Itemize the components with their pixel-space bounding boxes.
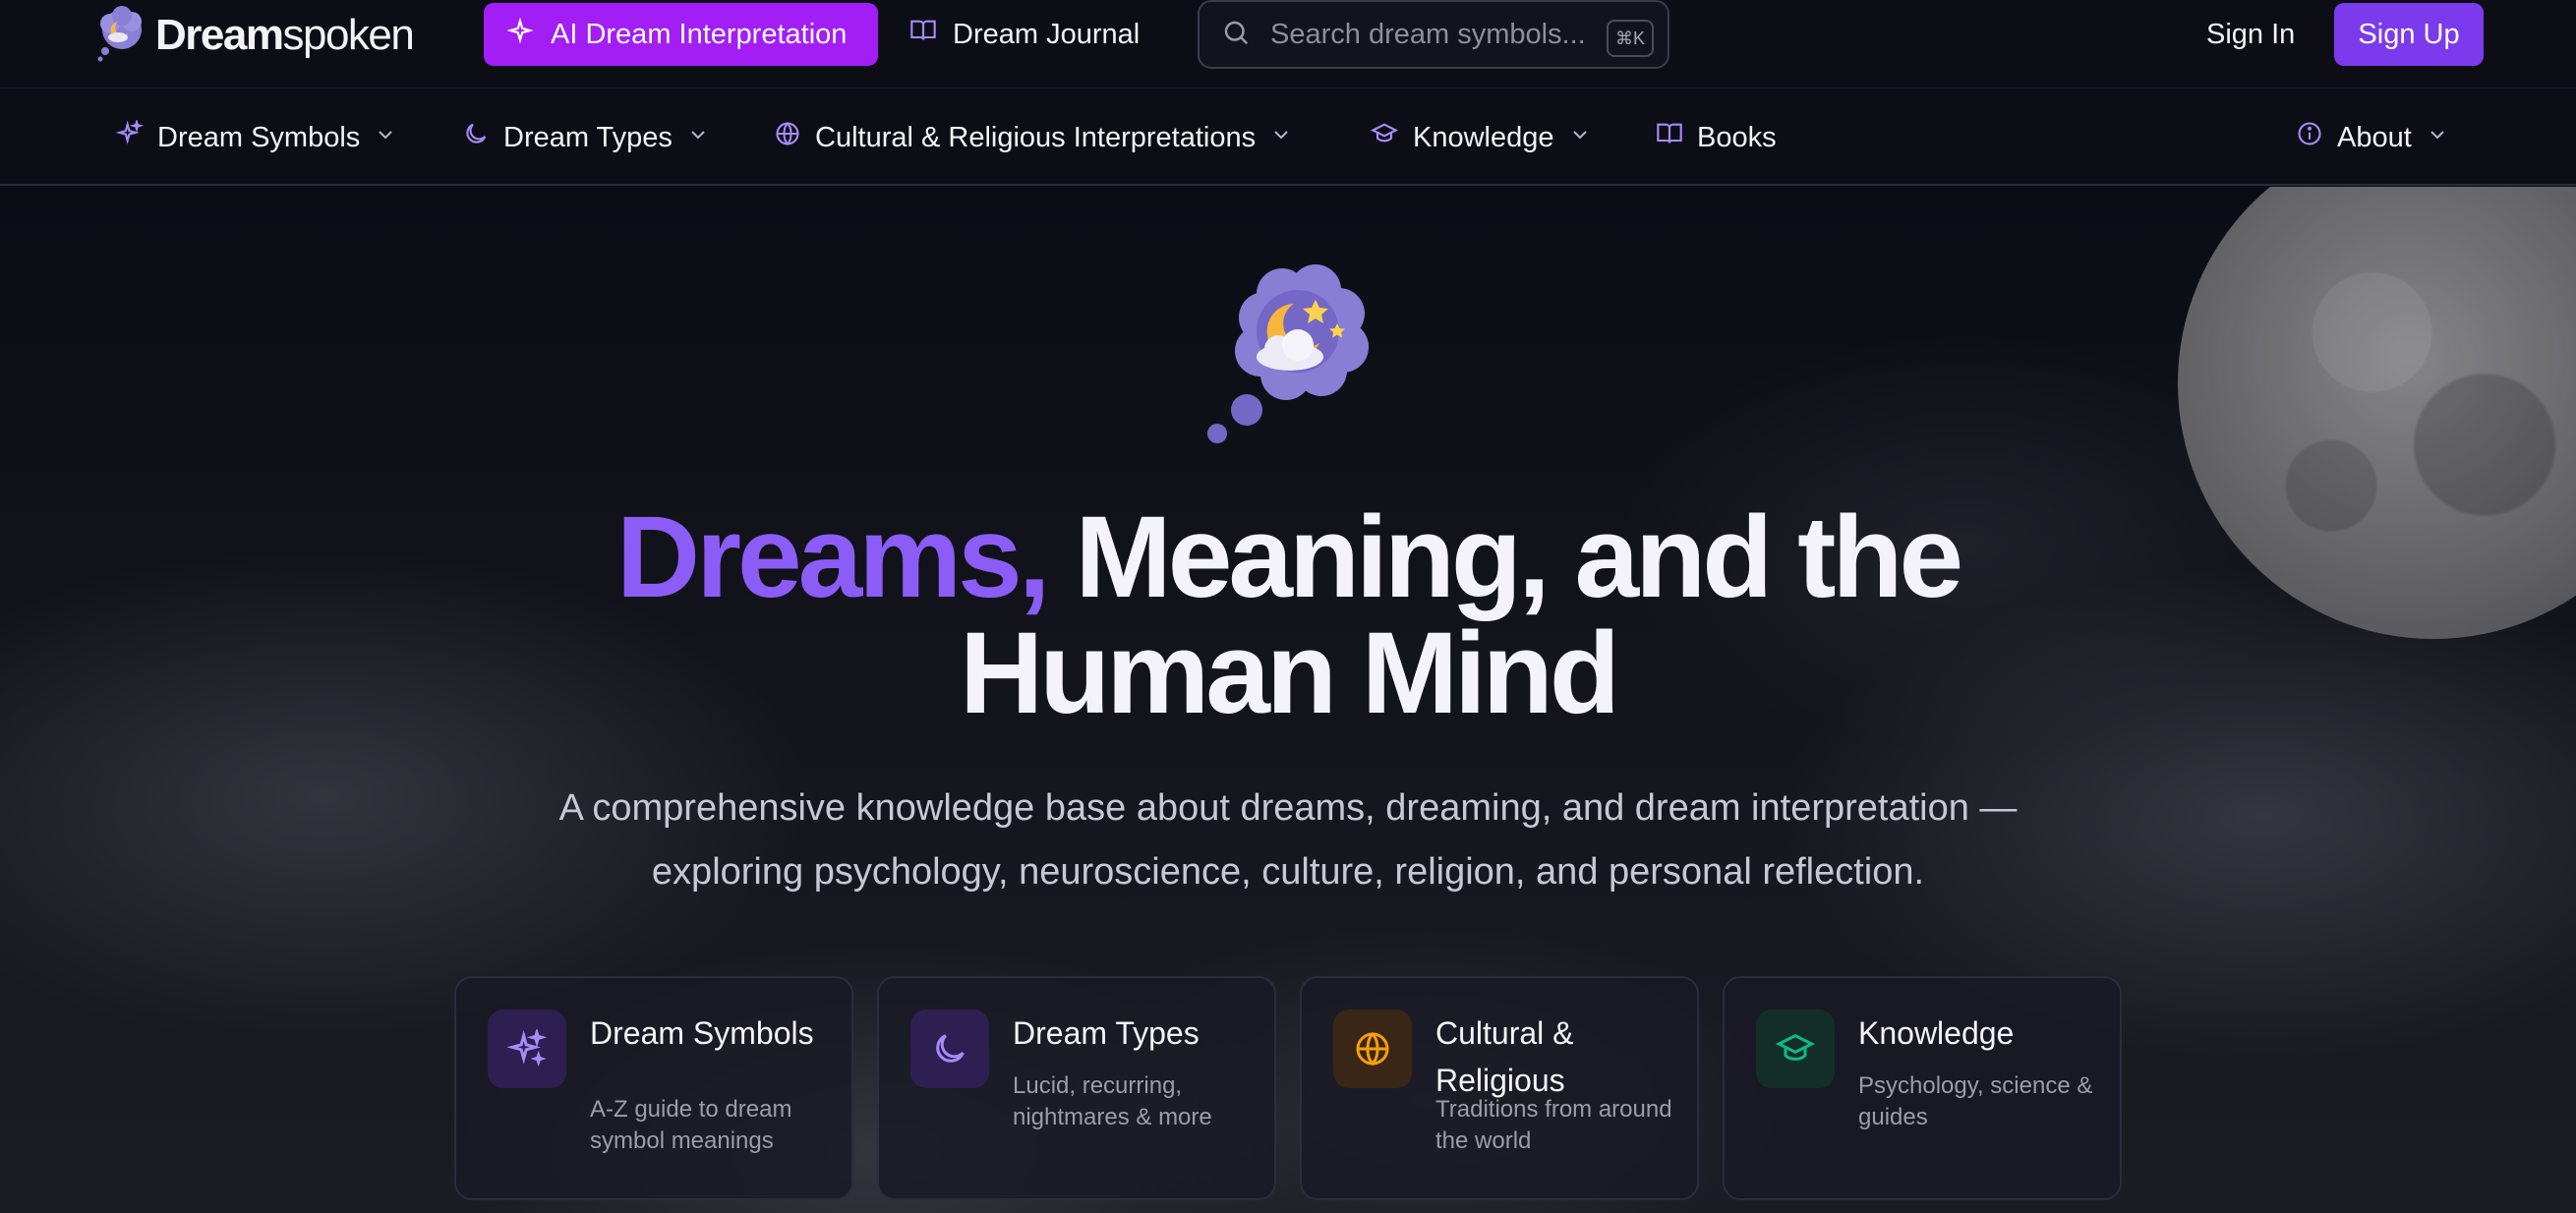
chevron-down-icon [686,122,710,154]
card-dream-symbols[interactable]: Dream Symbols A-Z guide to dream symbol … [454,976,853,1200]
journal-label: Dream Journal [953,18,1141,50]
top-bar: Dreamspoken AI Dream Interpretation Drea… [0,0,2576,88]
card-description: Lucid, recurring, nightmares & more [1013,1072,1212,1130]
card-cultural-religious[interactable]: Cultural & Religious Traditions from aro… [1300,976,1699,1200]
brand-name-bold: Dream [155,11,284,59]
search-placeholder: Search dream symbols... [1270,18,1586,50]
dream-bubble-icon [1200,260,1376,457]
moon-icon [462,120,490,155]
nav-books[interactable]: Books [1656,89,1777,186]
search-input[interactable]: Search dream symbols... ⌘K [1198,0,1669,69]
keyboard-shortcut-badge: ⌘K [1607,20,1654,57]
card-dream-types[interactable]: Dream Types Lucid, recurring, nightmares… [877,976,1276,1200]
hero-subtitle-line2: exploring psychology, neuroscience, cult… [651,851,1925,893]
nav-label: Books [1697,121,1777,153]
brand-name-light: spoken [282,11,414,59]
graduation-cap-icon [1370,120,1399,155]
sign-in-link[interactable]: Sign In [2206,3,2295,66]
nav-about[interactable]: About [2296,89,2449,186]
sparkles-icon [115,118,145,155]
book-icon [1656,120,1683,155]
hero-title-line1: Meaning, and the [1075,492,1963,622]
nav-label: Dream Symbols [157,121,361,153]
ai-button-label: AI Dream Interpretation [551,18,848,50]
card-title: Dream Types [1013,1015,1200,1051]
sparkle-icon [506,17,534,51]
hero-subtitle: A comprehensive knowledge base about dre… [452,777,2124,904]
card-description: Psychology, science & guides [1858,1072,2093,1130]
sparkles-icon [488,1010,566,1088]
hero-section: Dreams, Meaning, and the Human Mind A co… [0,187,2576,1213]
card-description: A-Z guide to dream symbol meanings [590,1096,792,1154]
chevron-down-icon [374,122,397,154]
brand-logo[interactable]: Dreamspoken [96,6,415,65]
main-nav: Dream Symbols Dream Types Cultural & Rel… [0,89,2576,186]
chevron-down-icon [2426,122,2449,154]
card-title: Cultural & Religious [1435,1015,1574,1098]
card-title: Dream Symbols [590,1015,814,1051]
nav-cultural-religious[interactable]: Cultural & Religious Interpretations [774,89,1293,186]
book-open-icon [909,17,937,52]
hero-title-line2: Human Mind [960,608,1620,738]
nav-label: Knowledge [1413,121,1554,153]
nav-knowledge[interactable]: Knowledge [1370,89,1592,186]
nav-dream-symbols[interactable]: Dream Symbols [115,89,397,186]
nav-label: Dream Types [503,121,673,153]
moon-icon [910,1010,989,1088]
globe-icon [774,120,801,155]
card-knowledge[interactable]: Knowledge Psychology, science & guides [1723,976,2122,1200]
nav-label: About [2337,121,2412,153]
ai-dream-interpretation-button[interactable]: AI Dream Interpretation [484,3,878,66]
card-description: Traditions from around the world [1435,1096,1672,1154]
chevron-down-icon [1568,122,1592,154]
dream-journal-link[interactable]: Dream Journal [909,3,1140,66]
hero-subtitle-line1: A comprehensive knowledge base about dre… [558,787,2018,829]
globe-icon [1333,1010,1412,1088]
hero-title: Dreams, Meaning, and the Human Mind [0,499,2576,731]
search-icon [1221,18,1251,52]
chevron-down-icon [1269,122,1293,154]
brand-name: Dreamspoken [155,11,415,60]
sign-up-button[interactable]: Sign Up [2334,3,2484,66]
graduation-cap-icon [1756,1010,1835,1088]
nav-label: Cultural & Religious Interpretations [815,121,1257,153]
info-icon [2296,120,2323,155]
nav-dream-types[interactable]: Dream Types [462,89,710,186]
card-title: Knowledge [1858,1015,2015,1051]
dream-cloud-logo-icon [96,6,149,65]
hero-title-accent: Dreams, [615,492,1051,622]
